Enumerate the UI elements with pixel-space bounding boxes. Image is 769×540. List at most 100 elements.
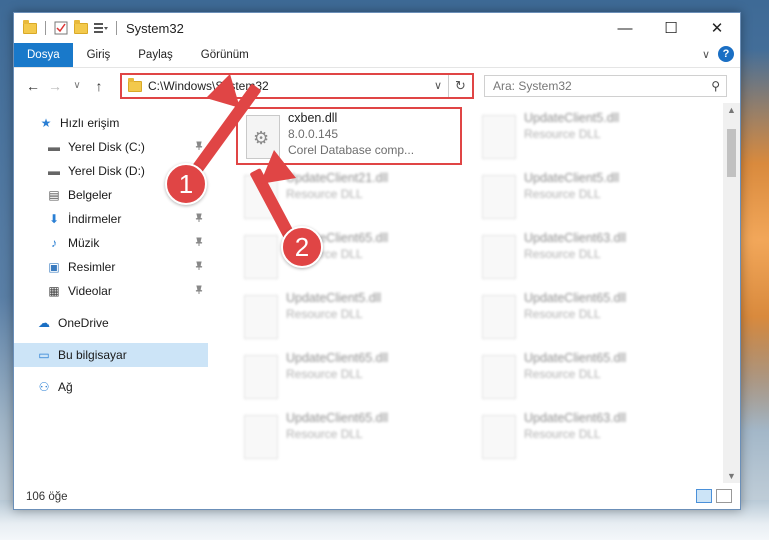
folder-icon[interactable] [22,19,38,36]
sidebar-item-local-disk-c[interactable]: ▬ Yerel Disk (C:) [14,135,208,159]
file-name: UpdateClient63.dll [524,411,627,425]
sidebar-item-network[interactable]: ⚇ Ağ [14,375,208,399]
file-name: cxben.dll [288,111,338,125]
maximize-button[interactable]: ☐ [648,13,694,43]
file-type: Resource DLL [524,187,601,201]
help-icon[interactable]: ? [718,46,734,62]
vertical-scrollbar[interactable]: ▲ ▼ [723,103,740,483]
scroll-up-icon[interactable]: ▲ [727,105,736,115]
file-name: UpdateClient65.dll [286,411,389,425]
sidebar-item-label: Belgeler [68,188,113,202]
dll-file-icon [244,235,278,279]
file-name: UpdateClient5.dll [286,291,382,305]
file-tile[interactable]: UpdateClient65.dll Resource DLL [236,409,472,467]
quick-access-toolbar [14,19,120,36]
file-name: UpdateClient63.dll [524,231,627,245]
search-placeholder: Ara: System32 [493,79,572,93]
ribbon-collapse-icon[interactable]: ∨ [702,48,710,61]
sidebar-item-label: Yerel Disk (D:) [68,164,145,178]
tab-view[interactable]: Görünüm [187,43,263,67]
sidebar-item-this-pc[interactable]: ▭ Bu bilgisayar [14,343,208,367]
file-type: Resource DLL [524,247,601,261]
details-view-icon[interactable] [696,489,712,503]
file-type: Resource DLL [286,307,363,321]
file-name: UpdateClient65.dll [524,351,627,365]
sidebar-item-videos[interactable]: ▦ Videolar [14,279,208,303]
pin-icon [194,261,204,274]
arrowhead-2-icon [260,150,296,184]
search-icon: ⚲ [711,79,720,93]
sidebar-item-label: Videolar [68,284,112,298]
file-type: Resource DLL [524,307,601,321]
recent-locations-button[interactable]: ∨ [66,80,88,91]
folder-icon [128,78,142,92]
pin-icon [194,285,204,298]
file-tile[interactable]: UpdateClient63.dll Resource DLL [474,409,710,467]
file-tile[interactable]: UpdateClient5.dll Resource DLL [236,289,472,347]
file-tile[interactable]: UpdateClient65.dll Resource DLL [236,229,472,287]
file-tile[interactable]: UpdateClient65.dll Resource DLL [236,349,472,407]
file-version: 8.0.0.145 [288,127,339,141]
address-bar[interactable]: C:\Windows\System32 ∨ ↻ [120,73,474,99]
drive-icon: ▬ [48,140,60,154]
file-name: UpdateClient65.dll [286,351,389,365]
pin-icon [194,237,204,250]
explorer-window: System32 — ☐ ✕ Dosya Giriş Paylaş Görünü… [13,12,741,510]
up-button[interactable]: ↑ [88,78,110,94]
sidebar-item-label: Bu bilgisayar [58,348,127,362]
dll-file-icon [482,355,516,399]
scroll-down-icon[interactable]: ▼ [727,471,736,481]
arrowhead-1-icon [206,74,240,108]
properties-icon[interactable] [53,20,69,36]
status-bar: 106 öğe [14,485,740,509]
separator [45,21,46,35]
tab-file[interactable]: Dosya [14,43,73,67]
sidebar-item-label: Ağ [58,380,73,394]
sidebar-item-label: Resimler [68,260,116,274]
file-tile[interactable]: UpdateClient63.dll Resource DLL [474,229,710,287]
sidebar-item-label: OneDrive [58,316,109,330]
computer-icon: ▭ [38,348,50,362]
navigation-bar: ← → ∨ ↑ C:\Windows\System32 ∨ ↻ Ara: Sys… [14,67,740,103]
dll-file-icon [482,235,516,279]
dll-file-icon [244,355,278,399]
item-count: 106 öğe [26,491,68,503]
music-icon: ♪ [51,236,57,250]
tab-share[interactable]: Paylaş [124,43,187,67]
file-tile[interactable]: UpdateClient5.dll Resource DLL [474,169,710,227]
back-button[interactable]: ← [22,78,44,94]
separator [116,21,117,35]
documents-icon: ▤ [48,188,60,202]
close-button[interactable]: ✕ [694,13,740,43]
address-dropdown-icon[interactable]: ∨ [434,79,442,92]
ribbon-tabs: Dosya Giriş Paylaş Görünüm ∨ ? [14,43,740,67]
content-area: ★ Hızlı erişim ▬ Yerel Disk (C:) ▬ Yerel… [14,103,740,483]
file-tile[interactable]: UpdateClient65.dll Resource DLL [474,349,710,407]
file-name: UpdateClient65.dll [524,291,627,305]
file-tile[interactable]: UpdateClient65.dll Resource DLL [474,289,710,347]
dll-file-icon [244,415,278,459]
refresh-button[interactable]: ↻ [448,75,472,97]
customize-toolbar-icon[interactable] [93,20,109,36]
cloud-icon: ☁ [38,316,50,330]
ribbon-right-controls: ∨ ? [702,46,734,62]
dll-file-icon [482,295,516,339]
sidebar-item-quick-access[interactable]: ★ Hızlı erişim [14,111,208,135]
sidebar-item-onedrive[interactable]: ☁ OneDrive [14,311,208,335]
tab-home[interactable]: Giriş [73,43,125,67]
search-input[interactable]: Ara: System32 ⚲ [484,75,727,97]
large-icons-view-icon[interactable] [716,489,732,503]
sidebar-item-pictures[interactable]: ▣ Resimler [14,255,208,279]
minimize-button[interactable]: — [602,13,648,43]
new-folder-icon[interactable] [73,19,89,36]
sidebar-item-music[interactable]: ♪ Müzik [14,231,208,255]
forward-button[interactable]: → [44,78,66,94]
file-tile[interactable]: UpdateClient5.dll Resource DLL [474,109,710,167]
sidebar-item-downloads[interactable]: ⬇ İndirmeler [14,207,208,231]
view-buttons [696,489,732,503]
file-description: Corel Database comp... [288,143,415,157]
scroll-thumb[interactable] [727,129,736,177]
dll-file-icon [482,415,516,459]
download-icon: ⬇ [48,212,60,226]
sidebar-item-label: Müzik [68,236,100,250]
